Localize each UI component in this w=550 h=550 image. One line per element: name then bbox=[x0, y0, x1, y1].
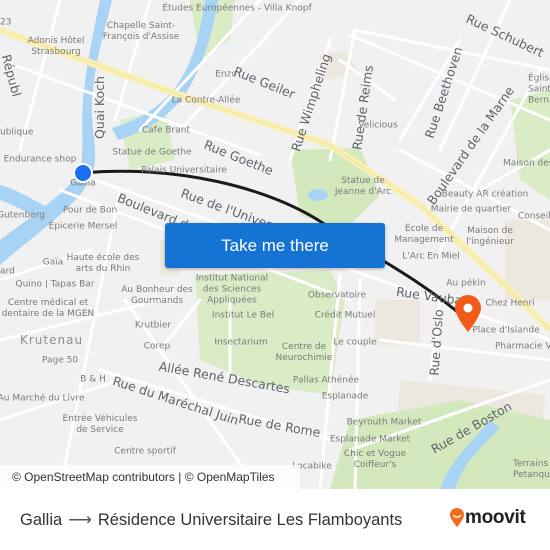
poi-label: Krutbier bbox=[134, 320, 172, 331]
brand-name: moovit bbox=[465, 507, 526, 528]
poi-label: Chic et Vogue Coiffeur's bbox=[343, 449, 407, 470]
poi-label: Corep bbox=[143, 341, 171, 352]
poi-label: Velicious bbox=[358, 120, 398, 131]
poi-label: Église Saint-Bernard bbox=[528, 73, 550, 106]
poi-label: B & H bbox=[80, 374, 106, 385]
footer: Gallia ⟶ Résidence Universitaire Les Flamb… bbox=[0, 489, 550, 550]
poi-label: Mairie de quartier bbox=[430, 204, 512, 215]
moovit-logo[interactable]: moovit bbox=[449, 507, 526, 529]
poi-label: Centre sportif bbox=[114, 446, 176, 457]
poi-label: ard bbox=[0, 266, 15, 277]
poi-label: Pharmacie Va bbox=[495, 341, 550, 352]
map-attribution[interactable]: © OpenStreetMap contributors | © OpenMap… bbox=[0, 465, 300, 489]
poi-label: Institut National des Sciences Appliquée… bbox=[195, 273, 269, 306]
poi-label: Entrée Véhicules de Service bbox=[62, 414, 138, 435]
poi-label: Gutenberg bbox=[0, 210, 45, 221]
destination-name: Résidence Universitaire Les Flamboyants bbox=[97, 511, 403, 529]
poi-label: Esplanade Market bbox=[329, 434, 411, 445]
poi-label: Quino | Tapas Bar bbox=[15, 279, 95, 290]
poi-label: Cafe Brant bbox=[142, 125, 190, 136]
origin-name: Gallia bbox=[20, 511, 63, 529]
poi-label: Pour de Bon bbox=[62, 205, 118, 216]
poi-label: École de Management bbox=[394, 224, 454, 245]
take-me-there-button[interactable]: Take me there bbox=[165, 223, 385, 268]
poi-label: Au Marché du Livre bbox=[0, 393, 85, 404]
poi-label: Au pékin bbox=[446, 278, 486, 289]
poi-label: Beyrouth Market bbox=[346, 417, 422, 428]
poi-label: Haute école des arts du Rhin bbox=[66, 253, 140, 274]
poi-label: Place d'Islande bbox=[472, 325, 540, 336]
poi-label: Statue de Jeanne d'Arc bbox=[334, 176, 392, 197]
poi-label: Insectarium bbox=[214, 337, 268, 348]
poi-label: Esplanade bbox=[321, 391, 369, 402]
street-label: Quai Koch bbox=[91, 76, 107, 139]
poi-label: Beauty AR création bbox=[441, 189, 529, 200]
arrow-right-icon: ⟶ bbox=[68, 511, 92, 529]
destination-pin-icon[interactable] bbox=[454, 295, 482, 333]
poi-label: Centre de Neurochimie bbox=[275, 342, 333, 363]
poi-label: Maison des bbox=[503, 158, 550, 169]
poi-label: Statue de Goethe bbox=[112, 147, 192, 158]
poi-label: Enzo bbox=[215, 69, 237, 80]
poi-label: Palais Universitaire bbox=[141, 165, 227, 176]
route-title: Gallia ⟶ Résidence Universitaire Les Flamb… bbox=[20, 510, 402, 530]
poi-label: Crédit Mutuel bbox=[314, 310, 376, 321]
poi-label: Études Européennes - Villa Knopf bbox=[162, 3, 312, 14]
poi-label: Adonis Hôtel Strasbourg bbox=[27, 36, 85, 57]
poi-label: Conseil bbox=[518, 211, 550, 222]
poi-label: Pallas Athénée bbox=[292, 375, 360, 386]
map-view[interactable]: Quai Koch Rue Geiler Rue Wimpheling Rue … bbox=[0, 0, 550, 489]
poi-label: Maison de l'ingénieur bbox=[466, 226, 514, 247]
poi-label: Terrains de Petanque bbox=[513, 459, 550, 480]
origin-marker[interactable] bbox=[73, 163, 93, 183]
poi-label: Au Bonheur des Gourmands bbox=[121, 285, 193, 306]
poi-label: Chez Henri bbox=[485, 298, 535, 309]
poi-label: Le couple bbox=[333, 337, 377, 348]
poi-label: Centre médical et dentaire de la MGEN bbox=[1, 298, 95, 319]
poi-label: Épicerie Mersel bbox=[48, 221, 118, 232]
poi-label: ublique bbox=[0, 127, 34, 138]
poi-label: Gaïa bbox=[42, 257, 64, 268]
poi-label: La Contre-Allée bbox=[171, 95, 241, 106]
poi-label: Observatoire bbox=[307, 290, 367, 301]
poi-label: Page 50 bbox=[41, 355, 79, 366]
poi-label: Endurance shop bbox=[3, 154, 77, 165]
poi-label: L'Arc En Miel bbox=[402, 251, 460, 262]
poi-label: Institut Le Bel bbox=[211, 310, 275, 321]
poi-label: 23 bbox=[0, 17, 12, 28]
moovit-pin-icon bbox=[450, 508, 464, 527]
poi-label: Chapelle Saint-François d'Assise bbox=[102, 21, 180, 42]
district-label: Krutenau bbox=[20, 333, 84, 347]
